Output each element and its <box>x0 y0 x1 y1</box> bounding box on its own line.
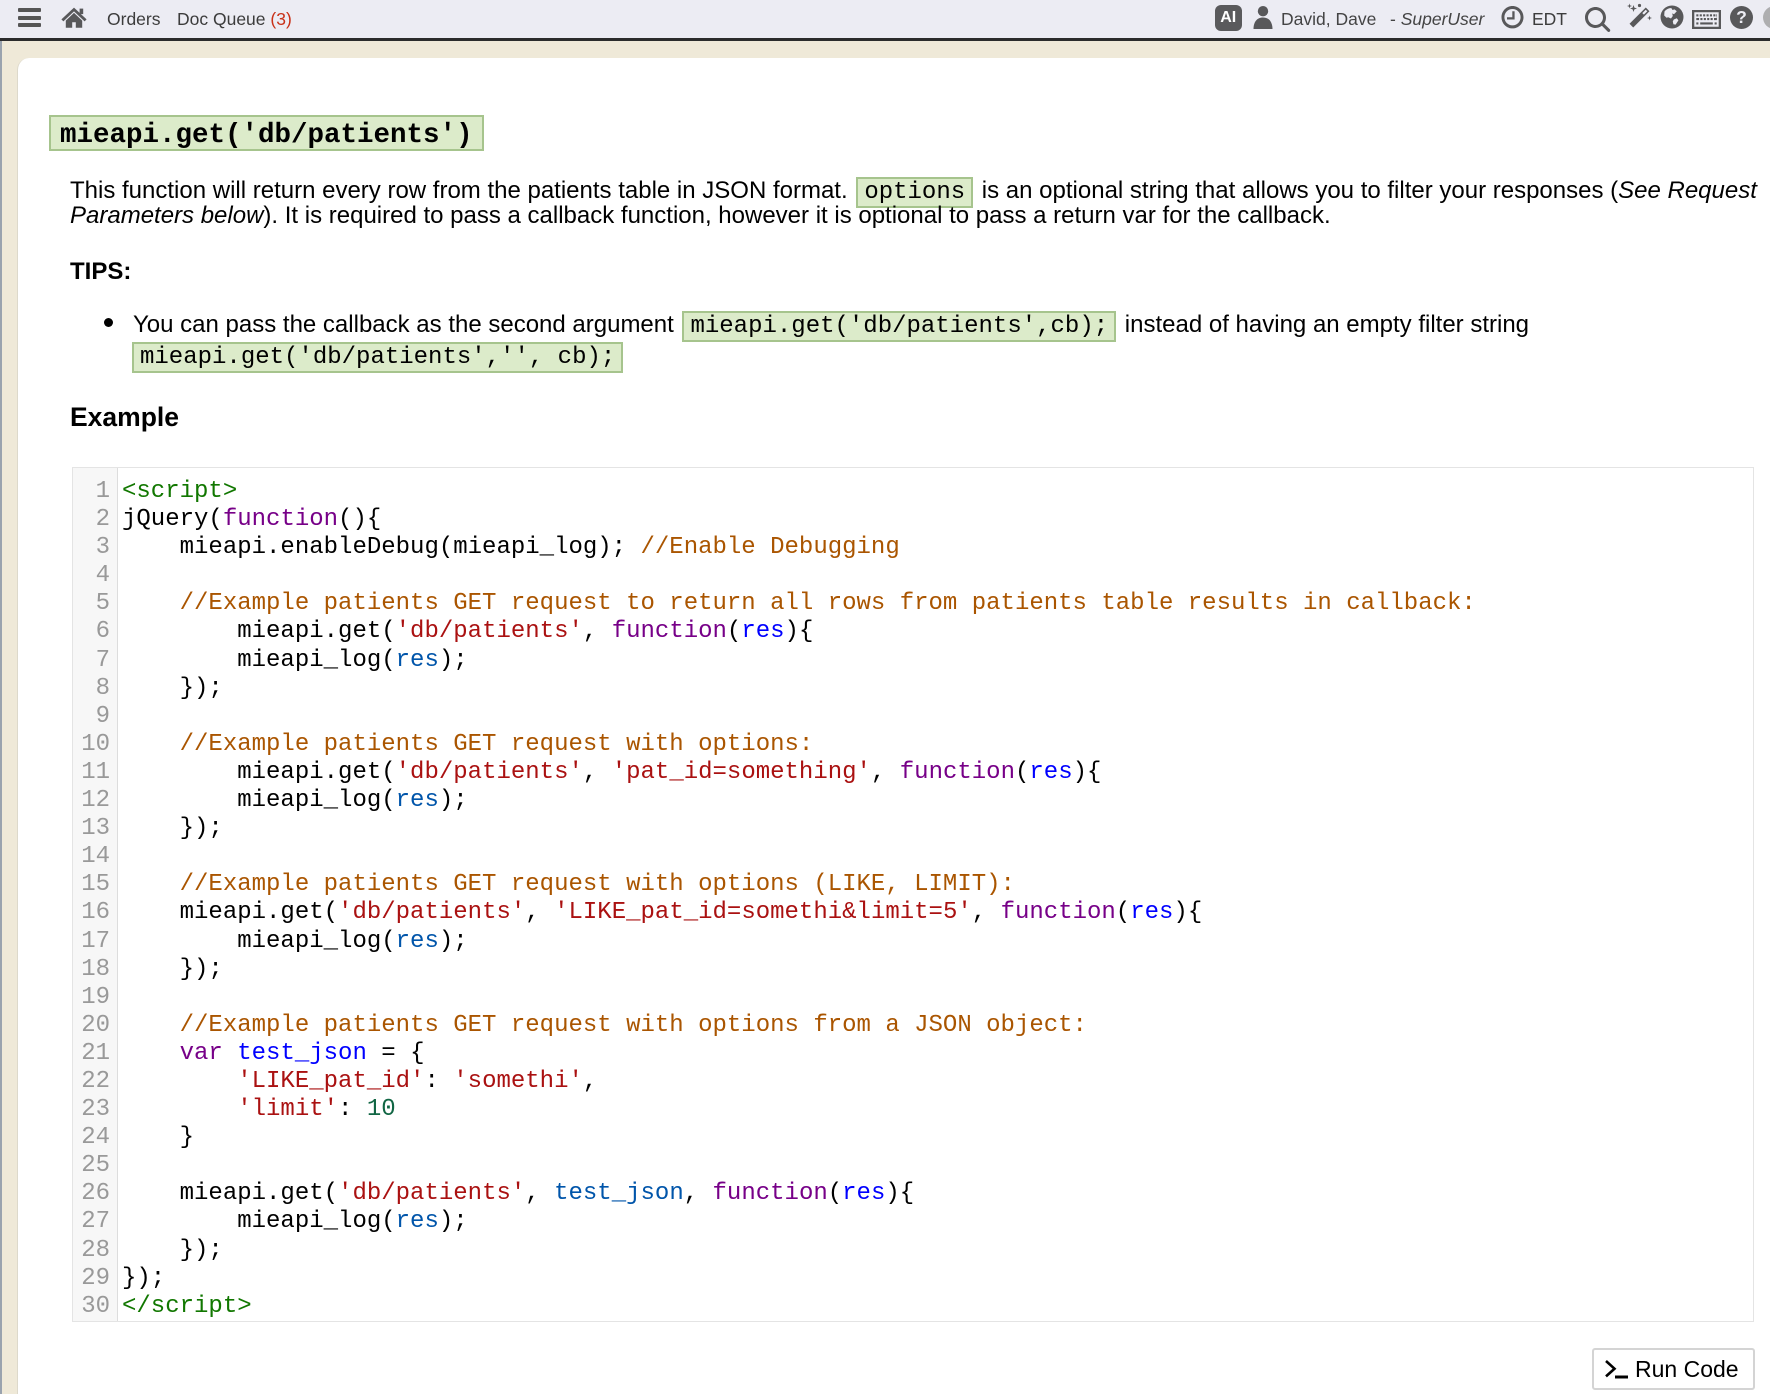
svg-text:?: ? <box>1736 7 1747 27</box>
